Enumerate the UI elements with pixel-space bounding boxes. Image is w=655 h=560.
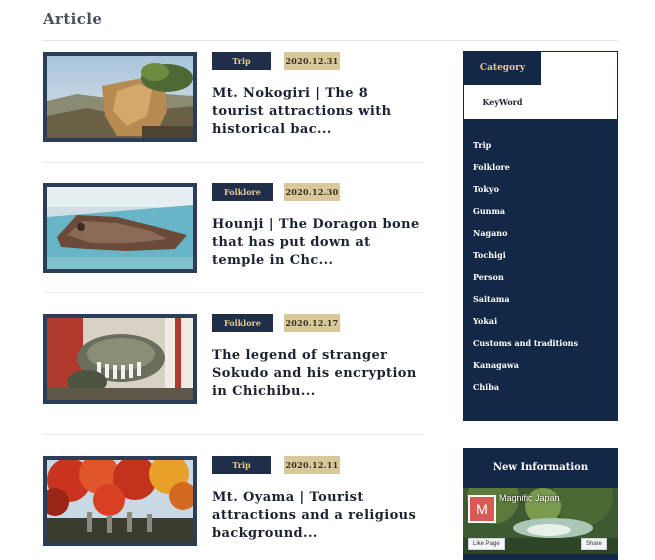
category-item-yokai[interactable]: Yokai bbox=[473, 310, 578, 332]
category-item-person[interactable]: Person bbox=[473, 266, 578, 288]
article-thumbnail[interactable] bbox=[43, 52, 197, 142]
category-item-customs[interactable]: Customs and traditions bbox=[473, 332, 578, 354]
article-thumbnail[interactable] bbox=[43, 456, 197, 546]
date-badge: 2020.12.11 bbox=[284, 456, 340, 474]
article-title[interactable]: Hounji | The Doragon bone that has put d… bbox=[212, 216, 425, 272]
like-page-button[interactable]: Like Page bbox=[468, 538, 505, 550]
page-name-link[interactable]: Magnific Japan bbox=[499, 493, 560, 503]
category-tag[interactable]: Folklore bbox=[212, 183, 273, 201]
page-avatar: M bbox=[468, 495, 496, 523]
date-badge: 2020.12.17 bbox=[284, 314, 340, 332]
share-button[interactable]: Share bbox=[581, 538, 608, 550]
category-tag[interactable]: Trip bbox=[212, 456, 271, 474]
category-tag[interactable]: Trip bbox=[212, 52, 271, 70]
thumbnail-image-autumn-maples bbox=[47, 460, 193, 542]
article-thumbnail[interactable] bbox=[43, 314, 197, 404]
article-divider bbox=[43, 434, 425, 435]
article-title[interactable]: Mt. Oyama | Tourist attractions and a re… bbox=[212, 489, 425, 545]
article-divider bbox=[43, 162, 425, 163]
category-panel: Category KeyWord Trip Folklore Tokyo Gun… bbox=[463, 51, 618, 421]
thumbnail-image-cliff bbox=[47, 56, 193, 138]
category-item-chiba[interactable]: Chiba bbox=[473, 376, 578, 398]
article-title[interactable]: Mt. Nokogiri | The 8 tourist attractions… bbox=[212, 85, 425, 141]
category-item-folklore[interactable]: Folklore bbox=[473, 156, 578, 178]
article-card: Trip 2020.12.11 Mt. Oyama | Tourist attr… bbox=[43, 456, 425, 560]
facebook-page-widget[interactable]: M Magnific Japan Like Page Share bbox=[463, 488, 618, 554]
tab-keyword[interactable]: KeyWord bbox=[464, 90, 541, 114]
category-item-tochigi[interactable]: Tochigi bbox=[473, 244, 578, 266]
date-badge: 2020.12.30 bbox=[284, 183, 340, 201]
category-item-kanagawa[interactable]: Kanagawa bbox=[473, 354, 578, 376]
new-information-title: New Information bbox=[492, 462, 589, 473]
article-card: Folklore 2020.12.17 The legend of strang… bbox=[43, 314, 425, 444]
category-list: Trip Folklore Tokyo Gunma Nagano Tochigi… bbox=[473, 134, 578, 398]
article-title[interactable]: The legend of stranger Sokudo and his en… bbox=[212, 347, 425, 403]
article-divider bbox=[43, 292, 425, 293]
category-item-saitama[interactable]: Saitama bbox=[473, 288, 578, 310]
category-item-tokyo[interactable]: Tokyo bbox=[473, 178, 578, 200]
date-badge: 2020.12.31 bbox=[284, 52, 340, 70]
category-item-gunma[interactable]: Gunma bbox=[473, 200, 578, 222]
new-information-panel: New Information M Magnific Japan Like Pa… bbox=[463, 448, 618, 560]
section-title: Article bbox=[43, 10, 103, 28]
category-item-trip[interactable]: Trip bbox=[473, 134, 578, 156]
article-card: Folklore 2020.12.30 Hounji | The Doragon… bbox=[43, 183, 425, 313]
title-divider bbox=[43, 40, 618, 41]
category-item-nagano[interactable]: Nagano bbox=[473, 222, 578, 244]
article-thumbnail[interactable] bbox=[43, 183, 197, 273]
thumbnail-image-dragon-bone bbox=[47, 187, 193, 269]
category-tag[interactable]: Folklore bbox=[212, 314, 273, 332]
sidebar-tabs: Category KeyWord bbox=[464, 52, 617, 119]
thumbnail-image-turtle-statue bbox=[47, 318, 193, 400]
tab-category[interactable]: Category bbox=[464, 52, 541, 85]
